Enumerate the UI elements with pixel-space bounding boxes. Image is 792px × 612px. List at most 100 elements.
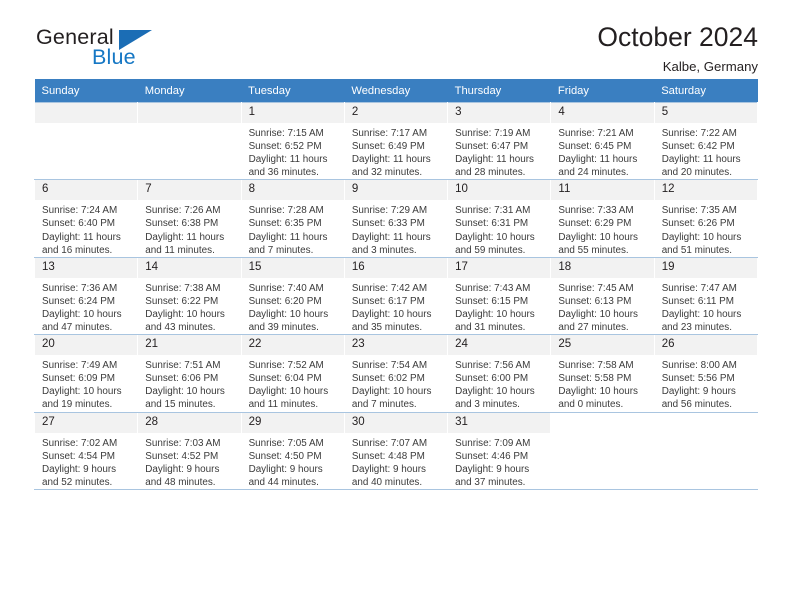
day-number: 9 bbox=[344, 180, 448, 201]
day-details: Sunrise: 7:09 AM Sunset: 4:46 PM Daylight:… bbox=[448, 433, 550, 489]
day-number: 26 bbox=[654, 335, 757, 356]
calendar-day-cell[interactable]: 24 Sunrise: 7:56 AM Sunset: 6:00 PM Dayligh… bbox=[447, 334, 552, 413]
calendar-day-cell[interactable]: 4 Sunrise: 7:21 AM Sunset: 6:45 PM Daylight… bbox=[550, 101, 655, 181]
calendar-day-cell[interactable]: 10 Sunrise: 7:31 AM Sunset: 6:31 PM Dayligh… bbox=[447, 179, 552, 258]
calendar-day-cell[interactable]: 12 Sunrise: 7:35 AM Sunset: 6:26 PM Dayligh… bbox=[653, 179, 759, 258]
calendar-day-cell[interactable]: 26 Sunrise: 8:00 AM Sunset: 5:56 PM Dayligh… bbox=[653, 334, 759, 413]
daylight-text-line1: Daylight: 10 hours bbox=[455, 386, 535, 398]
calendar-day-cell[interactable]: 21 Sunrise: 7:51 AM Sunset: 6:06 PM Dayligh… bbox=[137, 334, 242, 413]
daylight-text-line1: Daylight: 11 hours bbox=[351, 231, 431, 243]
daylight-text-line2: and 23 minutes. bbox=[661, 322, 732, 334]
day-number: 27 bbox=[35, 412, 138, 433]
calendar-day-cell[interactable]: 15 Sunrise: 7:40 AM Sunset: 6:20 PM Dayligh… bbox=[240, 256, 345, 336]
day-number bbox=[138, 103, 241, 123]
sunrise-text: Sunrise: 7:40 AM bbox=[248, 282, 324, 294]
calendar-day-cell[interactable]: 9 Sunrise: 7:29 AM Sunset: 6:33 PM Daylight… bbox=[343, 179, 449, 258]
calendar-day-cell[interactable]: 28 Sunrise: 7:03 AM Sunset: 4:52 PM Dayligh… bbox=[137, 411, 242, 490]
day-details: Sunrise: 7:15 AM Sunset: 6:52 PM Daylight:… bbox=[242, 123, 344, 179]
day-details: Sunrise: 7:35 AM Sunset: 6:26 PM Daylight:… bbox=[655, 200, 757, 256]
calendar-day-cell[interactable]: 6 Sunrise: 7:24 AM Sunset: 6:40 PM Daylight… bbox=[33, 179, 139, 258]
sunset-text: Sunset: 6:20 PM bbox=[248, 295, 322, 307]
sunrise-text: Sunrise: 7:45 AM bbox=[558, 282, 634, 294]
calendar-day-cell[interactable]: 20 Sunrise: 7:49 AM Sunset: 6:09 PM Dayligh… bbox=[33, 334, 139, 413]
daylight-text-line2: and 3 minutes. bbox=[351, 244, 417, 256]
day-details: Sunrise: 7:36 AM Sunset: 6:24 PM Daylight:… bbox=[35, 278, 137, 334]
day-number: 16 bbox=[344, 257, 448, 278]
sunset-text: Sunset: 6:40 PM bbox=[42, 218, 116, 230]
daylight-text-line2: and 51 minutes. bbox=[661, 244, 732, 256]
daylight-text-line1: Daylight: 11 hours bbox=[42, 231, 121, 243]
calendar-day-cell[interactable]: 27 Sunrise: 7:02 AM Sunset: 4:54 PM Dayligh… bbox=[33, 411, 139, 490]
sunrise-text: Sunrise: 7:49 AM bbox=[42, 360, 118, 372]
daylight-text-line2: and 20 minutes. bbox=[661, 167, 732, 179]
sunrise-text: Sunrise: 7:22 AM bbox=[661, 128, 737, 139]
page-subtitle: Kalbe, Germany bbox=[662, 59, 758, 75]
calendar-day-cell[interactable]: 31 Sunrise: 7:09 AM Sunset: 4:46 PM Dayligh… bbox=[447, 411, 552, 490]
calendar-day-cell[interactable]: 13 Sunrise: 7:36 AM Sunset: 6:24 PM Dayligh… bbox=[33, 256, 139, 336]
calendar-day-cell[interactable]: 2 Sunrise: 7:17 AM Sunset: 6:49 PM Daylight… bbox=[343, 101, 449, 181]
daylight-text-line2: and 19 minutes. bbox=[42, 399, 113, 411]
day-number: 15 bbox=[241, 257, 344, 278]
calendar-day-cell[interactable]: 7 Sunrise: 7:26 AM Sunset: 6:38 PM Daylight… bbox=[137, 179, 242, 258]
sunset-text: Sunset: 6:31 PM bbox=[455, 218, 529, 230]
day-details: Sunrise: 7:17 AM Sunset: 6:49 PM Daylight:… bbox=[345, 123, 447, 179]
day-number: 18 bbox=[551, 257, 654, 278]
sunset-text: Sunset: 6:29 PM bbox=[558, 218, 632, 230]
calendar-day-cell[interactable]: 16 Sunrise: 7:42 AM Sunset: 6:17 PM Dayligh… bbox=[343, 256, 449, 336]
daylight-text-line1: Daylight: 11 hours bbox=[661, 154, 741, 166]
day-number: 31 bbox=[448, 412, 551, 433]
daylight-text-line2: and 39 minutes. bbox=[248, 322, 319, 334]
calendar-day-cell[interactable]: 1 Sunrise: 7:15 AM Sunset: 6:52 PM Daylight… bbox=[240, 101, 345, 181]
calendar-day-cell[interactable]: 22 Sunrise: 7:52 AM Sunset: 6:04 PM Dayligh… bbox=[240, 334, 345, 413]
calendar-day-cell-empty bbox=[33, 101, 139, 181]
day-details: Sunrise: 7:29 AM Sunset: 6:33 PM Daylight:… bbox=[345, 200, 447, 256]
calendar-day-cell[interactable]: 18 Sunrise: 7:45 AM Sunset: 6:13 PM Dayligh… bbox=[550, 256, 655, 336]
calendar-day-cell[interactable]: 19 Sunrise: 7:47 AM Sunset: 6:11 PM Dayligh… bbox=[653, 256, 759, 336]
day-number: 1 bbox=[241, 103, 344, 123]
sunset-text: Sunset: 6:49 PM bbox=[351, 141, 425, 153]
daylight-text-line2: and 15 minutes. bbox=[145, 399, 216, 411]
calendar-day-cell[interactable]: 14 Sunrise: 7:38 AM Sunset: 6:22 PM Dayligh… bbox=[137, 256, 242, 336]
calendar-day-cell[interactable]: 23 Sunrise: 7:54 AM Sunset: 6:02 PM Dayligh… bbox=[343, 334, 449, 413]
calendar-day-cell[interactable]: 3 Sunrise: 7:19 AM Sunset: 6:47 PM Daylight… bbox=[447, 101, 552, 181]
general-blue-logo[interactable]: General Blue bbox=[36, 26, 216, 73]
daylight-text-line1: Daylight: 10 hours bbox=[351, 308, 432, 320]
sunrise-text: Sunrise: 7:15 AM bbox=[248, 128, 324, 139]
calendar-day-cell[interactable]: 30 Sunrise: 7:07 AM Sunset: 4:48 PM Dayligh… bbox=[343, 411, 449, 490]
calendar-day-cell[interactable]: 17 Sunrise: 7:43 AM Sunset: 6:15 PM Dayligh… bbox=[447, 256, 552, 336]
calendar-day-cell[interactable]: 29 Sunrise: 7:05 AM Sunset: 4:50 PM Dayligh… bbox=[240, 411, 345, 490]
day-details: Sunrise: 7:58 AM Sunset: 5:58 PM Daylight:… bbox=[551, 355, 653, 411]
sunset-text: Sunset: 4:46 PM bbox=[455, 450, 529, 462]
daylight-text-line2: and 3 minutes. bbox=[455, 399, 520, 411]
calendar-page: General Blue October 2024 Kalbe, Germany… bbox=[0, 0, 792, 612]
day-details: Sunrise: 7:43 AM Sunset: 6:15 PM Daylight:… bbox=[448, 278, 550, 334]
daylight-text-line2: and 36 minutes. bbox=[248, 167, 319, 179]
calendar-day-cell[interactable]: 25 Sunrise: 7:58 AM Sunset: 5:58 PM Dayligh… bbox=[550, 334, 655, 413]
sunset-text: Sunset: 6:00 PM bbox=[455, 373, 529, 385]
day-details: Sunrise: 7:56 AM Sunset: 6:00 PM Daylight:… bbox=[448, 355, 550, 411]
calendar-day-cell[interactable]: 8 Sunrise: 7:28 AM Sunset: 6:35 PM Daylight… bbox=[240, 179, 345, 258]
daylight-text-line2: and 56 minutes. bbox=[661, 399, 732, 411]
calendar-day-cell[interactable]: 5 Sunrise: 7:22 AM Sunset: 6:42 PM Daylight… bbox=[653, 101, 759, 181]
sunset-text: Sunset: 6:06 PM bbox=[145, 373, 219, 385]
weekday-header-cell: Friday bbox=[550, 79, 655, 103]
day-number: 17 bbox=[448, 257, 551, 278]
sunrise-text: Sunrise: 7:29 AM bbox=[351, 205, 428, 217]
day-number: 5 bbox=[654, 103, 757, 123]
sunset-text: Sunset: 6:04 PM bbox=[248, 373, 322, 385]
day-details: Sunrise: 7:54 AM Sunset: 6:02 PM Daylight:… bbox=[345, 355, 447, 411]
day-details: Sunrise: 7:26 AM Sunset: 6:38 PM Daylight:… bbox=[138, 200, 240, 256]
calendar-day-cell[interactable]: 11 Sunrise: 7:33 AM Sunset: 6:29 PM Dayligh… bbox=[550, 179, 655, 258]
weekday-header-cell: Thursday bbox=[447, 79, 551, 103]
sunrise-text: Sunrise: 7:43 AM bbox=[455, 282, 531, 294]
sunset-text: Sunset: 5:56 PM bbox=[661, 373, 735, 385]
sunrise-text: Sunrise: 7:52 AM bbox=[248, 360, 324, 372]
sunset-text: Sunset: 4:48 PM bbox=[351, 450, 425, 462]
day-number: 4 bbox=[551, 103, 654, 123]
sunset-text: Sunset: 6:42 PM bbox=[661, 141, 735, 153]
daylight-text-line1: Daylight: 10 hours bbox=[145, 308, 225, 320]
day-details: Sunrise: 7:31 AM Sunset: 6:31 PM Daylight:… bbox=[448, 200, 550, 256]
day-details: Sunrise: 7:22 AM Sunset: 6:42 PM Daylight:… bbox=[655, 123, 757, 179]
day-number: 20 bbox=[35, 335, 138, 356]
daylight-text-line1: Daylight: 10 hours bbox=[351, 386, 432, 398]
